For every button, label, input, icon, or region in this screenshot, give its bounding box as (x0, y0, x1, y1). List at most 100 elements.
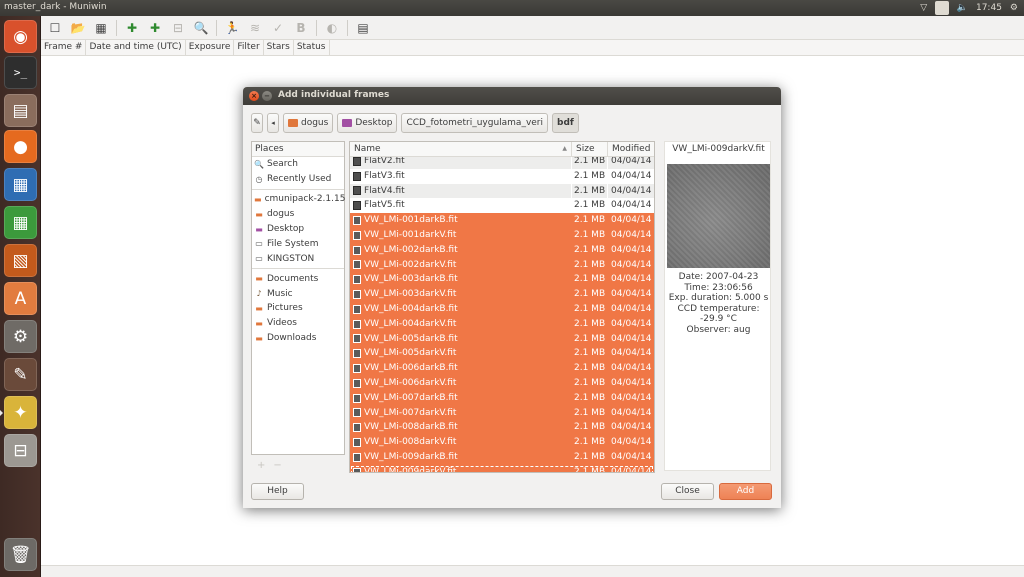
bold-b-icon[interactable]: B (293, 20, 309, 36)
place-item[interactable]: ▬ Documents (252, 271, 344, 286)
file-row[interactable]: VW_LMi-005darkV.fit 2.1 MB 04/04/14 (350, 346, 654, 362)
file-row[interactable]: VW_LMi-004darkB.fit 2.1 MB 04/04/14 (350, 301, 654, 317)
place-item[interactable]: ▬ cmunipack-2.1.15 (252, 192, 345, 207)
remove-frames-icon[interactable]: ⊟ (170, 20, 186, 36)
fits-file-icon (353, 156, 361, 166)
zoom-search-icon[interactable]: 🔍 (193, 20, 209, 36)
place-item[interactable]: ▬ Downloads (252, 331, 344, 346)
launcher-terminal-icon[interactable]: >_ (4, 56, 37, 89)
file-row[interactable]: VW_LMi-006darkB.fit 2.1 MB 04/04/14 (350, 361, 654, 376)
file-row[interactable]: VW_LMi-009darkB.fit 2.1 MB 04/04/14 (350, 449, 654, 465)
file-row[interactable]: VW_LMi-008darkB.fit 2.1 MB 04/04/14 (350, 420, 654, 436)
remove-bookmark-icon[interactable]: − (273, 460, 281, 471)
launcher-software-center-icon[interactable]: A (4, 282, 37, 315)
file-modified: 04/04/14 (611, 392, 652, 403)
network-icon[interactable]: ▽ (920, 1, 927, 15)
launcher-muniwin-icon[interactable]: ✦ (4, 396, 37, 429)
place-item[interactable]: ▭ File System (252, 236, 344, 251)
file-name: VW_LMi-005darkB.fit (364, 333, 458, 344)
file-row[interactable]: FlatV5.fit 2.1 MB 04/04/14 (350, 198, 654, 214)
add-frames-icon[interactable]: ✚ (124, 20, 140, 36)
file-row[interactable]: FlatV3.fit 2.1 MB 04/04/14 (350, 168, 654, 184)
fits-file-icon (353, 186, 361, 196)
file-row[interactable]: VW_LMi-001darkV.fit 2.1 MB 04/04/14 (350, 227, 654, 243)
open-folder-icon[interactable]: 📂 (70, 20, 86, 36)
file-row[interactable]: VW_LMi-007darkV.fit 2.1 MB 04/04/14 (350, 405, 654, 421)
type-location-button[interactable]: ✎ (251, 113, 263, 133)
spine-icon[interactable]: ≋ (247, 20, 263, 36)
add-folder-frames-icon[interactable]: ✚ (147, 20, 163, 36)
file-row[interactable]: VW_LMi-003darkB.fit 2.1 MB 04/04/14 (350, 272, 654, 288)
column-header-size[interactable]: Size (572, 142, 608, 156)
path-segment-ccd-folder[interactable]: CCD_fotometri_uygulama_veri (401, 113, 549, 133)
file-row[interactable]: VW_LMi-002darkB.fit 2.1 MB 04/04/14 (350, 242, 654, 258)
grid-select-icon[interactable]: ▦ (93, 20, 109, 36)
add-button[interactable]: Add (719, 483, 772, 500)
launcher-system-settings-icon[interactable]: ⚙ (4, 320, 37, 353)
launcher-file-manager-icon[interactable]: ▤ (4, 94, 37, 127)
frames-column-header[interactable]: Filter (234, 40, 264, 55)
column-header-modified[interactable]: Modified (608, 142, 654, 156)
help-button[interactable]: Help (251, 483, 304, 500)
volume-icon[interactable]: 🔈 (957, 1, 968, 15)
add-bookmark-icon[interactable]: + (257, 460, 265, 471)
file-row[interactable]: VW_LMi-001darkB.fit 2.1 MB 04/04/14 (350, 213, 654, 228)
place-item[interactable]: ◷ Recently Used (252, 172, 344, 187)
path-segment-dogus[interactable]: dogus (283, 113, 334, 133)
launcher-libreoffice-calc-icon[interactable]: ▦ (4, 206, 37, 239)
column-header-label: Name (354, 144, 381, 154)
table-view-icon[interactable]: ▤ (355, 20, 371, 36)
launcher-firefox-icon[interactable]: ● (4, 130, 37, 163)
path-segment-bdf[interactable]: bdf (552, 113, 579, 133)
places-list: 🔍 Search ◷ Recently Used ▬ cmunipack-2.1.15 ▬ d… (252, 157, 345, 346)
file-size: 2.1 MB (572, 301, 608, 317)
path-scroll-left-button[interactable]: ◂ (267, 113, 279, 133)
launcher-disk-tool-icon[interactable]: ⊟ (4, 434, 37, 467)
column-header-name[interactable]: Name ▲ (350, 142, 572, 156)
minimize-window-icon[interactable]: − (262, 91, 272, 101)
fits-file-icon (353, 260, 361, 270)
path-bar: ✎ ◂ dogus Desktop CCD_fotometri_uygulama… (251, 113, 579, 133)
place-item[interactable]: 🔍 Search (252, 157, 344, 172)
place-item[interactable]: ▭ KINGSTON (252, 251, 344, 266)
place-item[interactable]: ▬ Pictures (252, 301, 344, 316)
frames-column-header[interactable]: Date and time (UTC) (86, 40, 186, 55)
close-button[interactable]: Close (661, 483, 714, 500)
file-row[interactable]: FlatV4.fit 2.1 MB 04/04/14 (350, 183, 654, 199)
file-row[interactable]: VW_LMi-007darkB.fit 2.1 MB 04/04/14 (350, 390, 654, 406)
file-name-cell: VW_LMi-001darkB.fit (350, 213, 572, 228)
path-segment-desktop[interactable]: Desktop (337, 113, 398, 133)
toolbar-separator (116, 19, 117, 36)
file-row[interactable]: VW_LMi-002darkV.fit 2.1 MB 04/04/14 (350, 257, 654, 273)
file-row[interactable]: VW_LMi-005darkB.fit 2.1 MB 04/04/14 (350, 331, 654, 347)
new-project-icon[interactable]: ☐ (47, 20, 63, 36)
launcher-ubuntu-dash-icon[interactable]: ◉ (4, 20, 37, 53)
launcher-trash-icon[interactable]: 🗑 (4, 538, 37, 571)
frames-column-header[interactable]: Stars (264, 40, 294, 55)
file-row[interactable]: VW_LMi-008darkV.fit 2.1 MB 04/04/14 (350, 435, 654, 450)
pictures-folder-icon: ▬ (255, 303, 263, 313)
place-item[interactable]: ▬ dogus (252, 207, 344, 222)
chart-icon[interactable]: ◐ (324, 20, 340, 36)
check-icon[interactable]: ✓ (270, 20, 286, 36)
launcher-libreoffice-impress-icon[interactable]: ▧ (4, 244, 37, 277)
file-row[interactable]: VW_LMi-003darkV.fit 2.1 MB 04/04/14 (350, 287, 654, 302)
place-item[interactable]: ▬ Desktop (252, 222, 344, 237)
launcher-libreoffice-writer-icon[interactable]: ▦ (4, 168, 37, 201)
run-process-icon[interactable]: 🏃 (224, 20, 240, 36)
file-modified: 04/04/14 (611, 466, 652, 473)
place-item[interactable]: ▬ Videos (252, 316, 344, 331)
clock[interactable]: 17:45 (976, 1, 1002, 15)
frames-column-header[interactable]: Frame # (41, 40, 87, 55)
place-item[interactable]: ♪ Music (252, 286, 344, 301)
keyboard-layout-indicator[interactable]: Tr (935, 1, 949, 15)
frames-column-header[interactable]: Exposure (186, 40, 235, 55)
file-row[interactable]: VW_LMi-004darkV.fit 2.1 MB 04/04/14 (350, 316, 654, 332)
file-row[interactable]: VW_LMi-006darkV.fit 2.1 MB 04/04/14 (350, 375, 654, 391)
file-name: VW_LMi-001darkV.fit (364, 229, 457, 240)
launcher-image-viewer-icon[interactable]: ✎ (4, 358, 37, 391)
file-row[interactable]: VW_LMi-009darkV.fit 2.1 MB 04/04/14 (350, 464, 654, 473)
frames-column-header[interactable]: Status (294, 40, 330, 55)
power-gear-icon[interactable]: ⚙ (1010, 1, 1018, 15)
close-window-icon[interactable]: × (249, 91, 259, 101)
